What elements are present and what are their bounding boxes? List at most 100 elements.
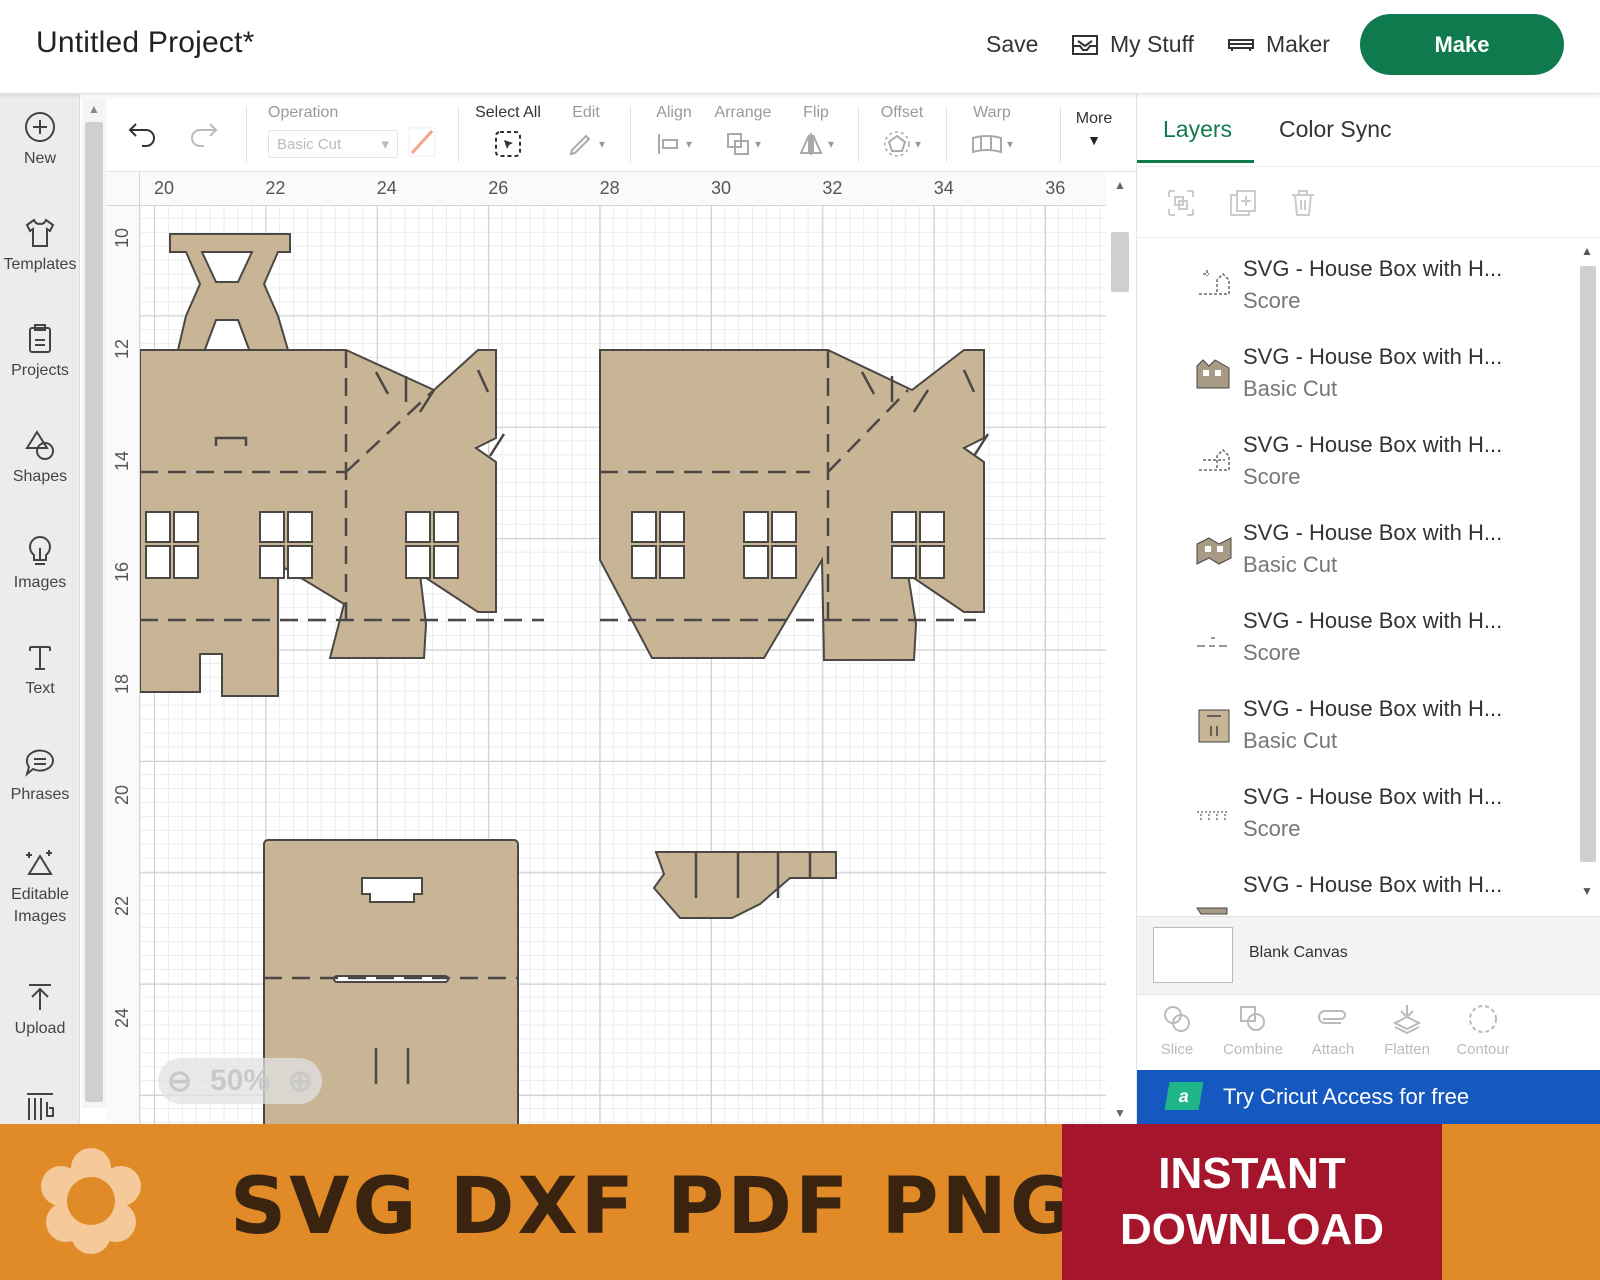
- sidebar-item-new[interactable]: New: [0, 110, 80, 170]
- access-logo: a: [1164, 1082, 1204, 1110]
- sidebar-label: Editable Images: [11, 886, 69, 925]
- active-tab-indicator: [1137, 160, 1254, 163]
- design-space-app: Untitled Project* Save My Stuff Maker Ma…: [0, 0, 1600, 1280]
- warp-button[interactable]: Warp ▾: [966, 104, 1018, 162]
- ruler-x-label: 32: [822, 178, 843, 198]
- align-button[interactable]: Align ▾: [650, 104, 698, 162]
- chevron-down-icon: ▾: [914, 137, 922, 151]
- scroll-down-icon[interactable]: ▼: [1581, 884, 1593, 898]
- ruler-corner: [106, 172, 140, 206]
- operation-group: Operation Basic Cut ▾: [268, 104, 436, 158]
- scroll-up-icon[interactable]: ▲: [1581, 244, 1593, 258]
- layer-row[interactable]: SVG - House Box with H... Score: [1137, 418, 1573, 508]
- operation-select[interactable]: Basic Cut ▾: [268, 130, 398, 158]
- combine-button[interactable]: Combine: [1213, 1003, 1293, 1058]
- project-title[interactable]: Untitled Project*: [36, 26, 255, 60]
- sidebar-item-images[interactable]: Images: [0, 534, 80, 594]
- redo-button[interactable]: [186, 118, 220, 153]
- scroll-up-icon[interactable]: ▲: [88, 102, 100, 116]
- sidebar-label: Templates: [3, 256, 77, 273]
- offset-button[interactable]: Offset ▾: [876, 104, 928, 162]
- sidebar-item-monogram[interactable]: [0, 1088, 80, 1126]
- canvas-scroll-thumb[interactable]: [1111, 232, 1129, 292]
- layer-row[interactable]: SVG - House Box with H... Score: [1137, 594, 1573, 684]
- house-box-artwork[interactable]: [106, 172, 1106, 1124]
- cta-line-2: DOWNLOAD: [1120, 1205, 1384, 1254]
- operation-label: Operation: [268, 104, 339, 121]
- sidebar-scrollbar[interactable]: ▲: [82, 98, 106, 1108]
- zoom-out-icon[interactable]: ⊖: [167, 1064, 192, 1099]
- cta-line-1: INSTANT: [1158, 1149, 1346, 1198]
- text-icon: [29, 646, 51, 670]
- undo-icon: [128, 123, 155, 147]
- zoom-level: 50%: [209, 1064, 271, 1097]
- canvas-scrollbar[interactable]: ▲ ▼: [1106, 172, 1134, 1124]
- sidebar-item-text[interactable]: Text: [0, 640, 80, 700]
- layer-thumbnail-icon: [1199, 270, 1230, 295]
- tab-layers[interactable]: Layers: [1163, 116, 1232, 143]
- contour-button[interactable]: Contour: [1443, 1003, 1523, 1058]
- scroll-up-icon[interactable]: ▲: [1114, 178, 1126, 192]
- layer-row[interactable]: SVG - House Box with H... Basic Cut: [1137, 330, 1573, 420]
- layer-row[interactable]: SVG - House Box with H... Basic Cut: [1137, 506, 1573, 596]
- sidebar-scroll-thumb[interactable]: [85, 122, 103, 1102]
- vertical-ruler: 10 12 14 16 18 20 22 24: [106, 206, 140, 1124]
- toolbar-divider: [630, 106, 631, 162]
- flatten-button[interactable]: Flatten: [1367, 1003, 1447, 1058]
- layer-operation: Score: [1243, 640, 1301, 665]
- my-stuff-label: My Stuff: [1110, 31, 1194, 57]
- toolbar-divider: [1060, 106, 1061, 162]
- blank-canvas-row[interactable]: Blank Canvas: [1137, 916, 1600, 994]
- edit-button[interactable]: Edit ▾: [562, 104, 610, 162]
- save-button[interactable]: Save: [986, 31, 1038, 58]
- sidebar-item-editable-images[interactable]: Editable Images: [0, 846, 80, 928]
- ruler-x-label: 34: [933, 178, 954, 198]
- slice-button[interactable]: Slice: [1137, 1003, 1217, 1058]
- sidebar-item-shapes[interactable]: Shapes: [0, 428, 80, 488]
- pen-color-swatch-icon[interactable]: [408, 127, 436, 157]
- layer-operation: Score: [1243, 816, 1301, 841]
- design-canvas[interactable]: 20 22 24 26 28 30 32 34 36 10 12 14 16 18 20 22 24 ⊖ 50…: [106, 172, 1106, 1124]
- instant-download-badge: INSTANT DOWNLOAD: [1062, 1124, 1442, 1280]
- canvas-swatch[interactable]: [1153, 927, 1233, 983]
- clipboard-icon: [29, 324, 51, 353]
- tab-color-sync[interactable]: Color Sync: [1279, 116, 1391, 143]
- cricut-access-banner[interactable]: a Try Cricut Access for free: [1137, 1070, 1600, 1124]
- layer-operation: Basic Cut: [1243, 376, 1338, 401]
- slice-icon: [1164, 1006, 1190, 1032]
- layer-row[interactable]: SVG - House Box with H... Score: [1137, 242, 1573, 332]
- ruler-x-label: 36: [1045, 178, 1066, 198]
- undo-button[interactable]: [126, 118, 160, 153]
- sidebar-item-templates[interactable]: Templates: [0, 216, 80, 276]
- layer-row[interactable]: SVG - House Box with H...: [1137, 858, 1573, 918]
- layer-row[interactable]: SVG - House Box with H... Basic Cut: [1137, 682, 1573, 772]
- scroll-down-icon[interactable]: ▼: [1114, 1106, 1126, 1120]
- slice-label: Slice: [1160, 1041, 1194, 1058]
- flip-button[interactable]: Flip ▾: [792, 104, 840, 162]
- duplicate-icon[interactable]: [1227, 187, 1259, 219]
- sidebar-item-phrases[interactable]: Phrases: [0, 746, 80, 806]
- layer-row[interactable]: SVG - House Box with H... Score: [1137, 770, 1573, 860]
- sidebar-label: Images: [13, 574, 67, 591]
- attach-button[interactable]: Attach: [1293, 1003, 1373, 1058]
- select-all-button[interactable]: Select All: [472, 104, 544, 162]
- monogram-icon: [27, 1093, 54, 1120]
- ruler-y-label: 22: [112, 896, 132, 917]
- layers-scrollbar[interactable]: ▲ ▼: [1577, 244, 1599, 910]
- more-button[interactable]: More ▼: [1072, 110, 1116, 148]
- layers-scroll-thumb[interactable]: [1580, 266, 1596, 862]
- shapes-icon: [25, 430, 54, 460]
- trash-icon[interactable]: [1287, 187, 1319, 219]
- sidebar-item-upload[interactable]: Upload: [0, 980, 80, 1040]
- operation-value: Basic Cut: [277, 135, 342, 153]
- group-icon[interactable]: [1165, 187, 1197, 219]
- zoom-in-icon[interactable]: ⊕: [288, 1064, 313, 1099]
- edit-toolbar: Operation Basic Cut ▾ Select All Edit ▾ …: [106, 94, 1136, 172]
- pencil-icon: [569, 134, 591, 156]
- my-stuff-button[interactable]: My Stuff: [1070, 31, 1194, 58]
- make-button[interactable]: Make: [1360, 14, 1564, 75]
- maker-button[interactable]: Maker: [1226, 31, 1330, 58]
- flower-icon: [41, 1148, 141, 1254]
- arrange-button[interactable]: Arrange ▾: [712, 104, 774, 162]
- sidebar-item-projects[interactable]: Projects: [0, 322, 80, 382]
